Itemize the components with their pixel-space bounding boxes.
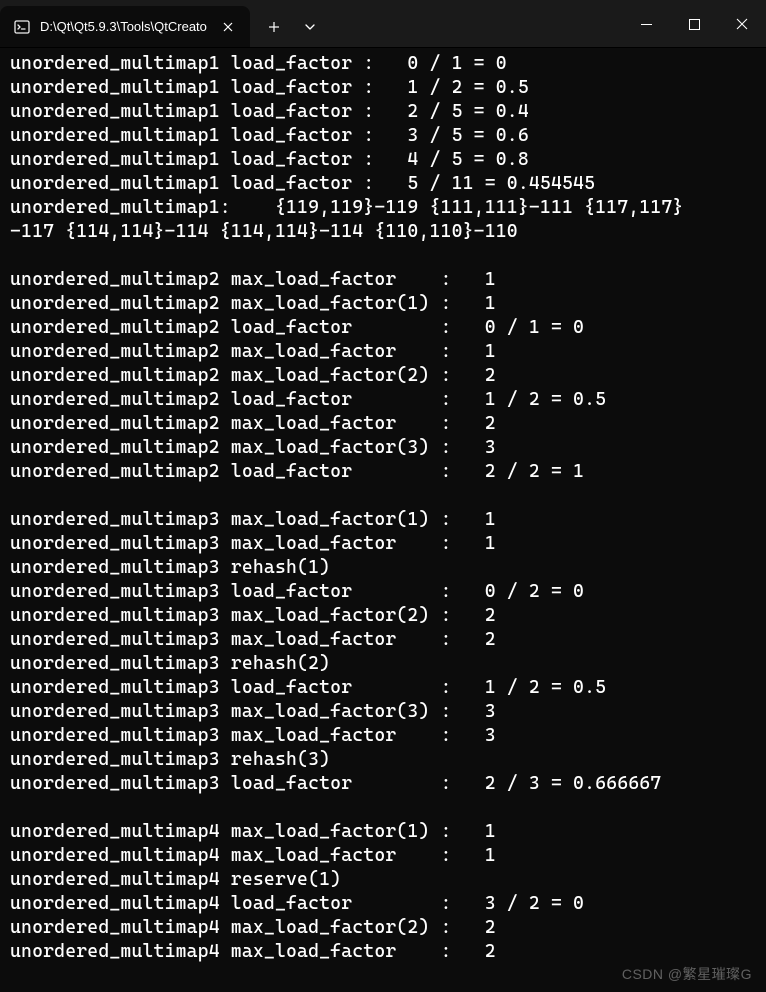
plus-icon <box>268 21 280 33</box>
maximize-icon <box>689 19 700 30</box>
minimize-icon <box>641 19 652 30</box>
window-controls <box>622 0 766 47</box>
titlebar-actions <box>254 0 326 47</box>
close-icon <box>222 21 234 33</box>
close-icon <box>736 18 748 30</box>
dropdown-button[interactable] <box>294 9 326 45</box>
tab-close-button[interactable] <box>218 17 238 37</box>
new-tab-button[interactable] <box>254 9 294 45</box>
chevron-down-icon <box>305 24 315 30</box>
titlebar: D:\Qt\Qt5.9.3\Tools\QtCreato <box>0 0 766 48</box>
terminal-icon <box>14 19 30 35</box>
maximize-button[interactable] <box>670 0 718 48</box>
terminal-output[interactable]: unordered_multimap1 load_factor : 0 / 1 … <box>0 48 766 968</box>
tab-title: D:\Qt\Qt5.9.3\Tools\QtCreato <box>40 19 208 34</box>
minimize-button[interactable] <box>622 0 670 48</box>
active-tab[interactable]: D:\Qt\Qt5.9.3\Tools\QtCreato <box>0 6 250 47</box>
close-window-button[interactable] <box>718 0 766 48</box>
watermark-text: CSDN @繁星璀璨G <box>622 964 752 984</box>
